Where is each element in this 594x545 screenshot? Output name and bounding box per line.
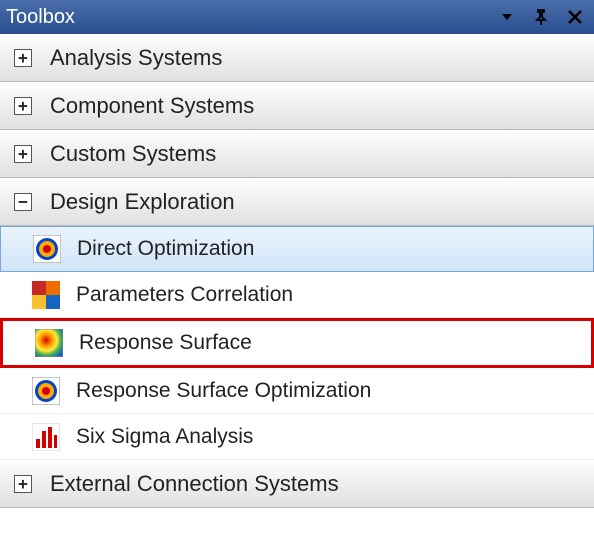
surface-icon xyxy=(35,329,63,357)
group-analysis-systems[interactable]: + Analysis Systems xyxy=(0,34,594,82)
item-response-surface[interactable]: Response Surface xyxy=(0,318,594,368)
expand-icon: + xyxy=(14,145,32,163)
panel-title: Toolbox xyxy=(6,6,486,29)
group-design-exploration[interactable]: − Design Exploration xyxy=(0,178,594,226)
target-icon xyxy=(32,377,60,405)
item-label: Response Surface xyxy=(79,331,252,355)
expand-icon: + xyxy=(14,475,32,493)
heatmap-icon xyxy=(32,281,60,309)
item-six-sigma[interactable]: Six Sigma Analysis xyxy=(0,414,594,460)
pin-icon[interactable] xyxy=(528,4,554,30)
group-label: External Connection Systems xyxy=(50,471,339,497)
item-parameters-correlation[interactable]: Parameters Correlation xyxy=(0,272,594,318)
group-component-systems[interactable]: + Component Systems xyxy=(0,82,594,130)
item-response-surface-optimization[interactable]: Response Surface Optimization xyxy=(0,368,594,414)
dropdown-icon[interactable] xyxy=(494,4,520,30)
item-label: Direct Optimization xyxy=(77,237,254,261)
group-label: Analysis Systems xyxy=(50,45,222,71)
group-external-connection[interactable]: + External Connection Systems xyxy=(0,460,594,508)
item-label: Response Surface Optimization xyxy=(76,379,371,403)
close-icon[interactable] xyxy=(562,4,588,30)
expand-icon: + xyxy=(14,49,32,67)
titlebar: Toolbox xyxy=(0,0,594,34)
item-label: Parameters Correlation xyxy=(76,283,293,307)
group-label: Component Systems xyxy=(50,93,254,119)
group-custom-systems[interactable]: + Custom Systems xyxy=(0,130,594,178)
expand-icon: + xyxy=(14,97,32,115)
item-direct-optimization[interactable]: Direct Optimization xyxy=(0,226,594,272)
group-label: Design Exploration xyxy=(50,189,235,215)
collapse-icon: − xyxy=(14,193,32,211)
target-icon xyxy=(33,235,61,263)
item-label: Six Sigma Analysis xyxy=(76,425,253,449)
group-label: Custom Systems xyxy=(50,141,216,167)
bars-icon xyxy=(32,423,60,451)
toolbox-panel: Toolbox + Analysis Systems + Component S… xyxy=(0,0,594,545)
